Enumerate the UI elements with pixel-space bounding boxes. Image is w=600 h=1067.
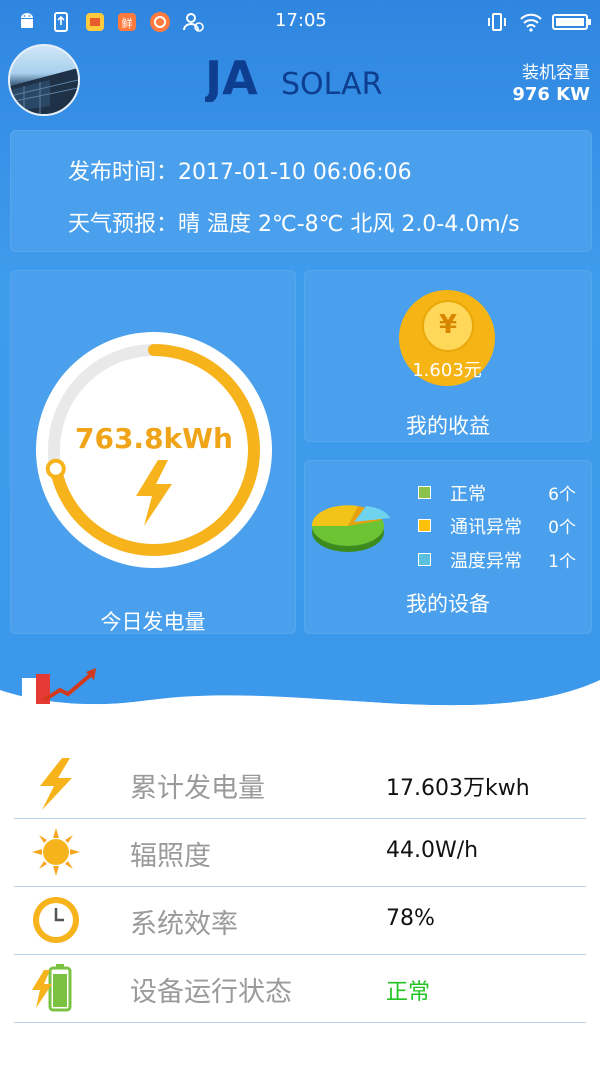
growth-chart-icon — [22, 668, 96, 704]
coin-icon: ¥ 1.603元 — [399, 290, 495, 386]
stat-value: 17.603万kwh — [386, 776, 530, 801]
svg-text:鲜: 鲜 — [122, 16, 133, 30]
capacity-value: 976 KW — [512, 84, 590, 105]
capacity-label: 装机容量 — [522, 63, 590, 83]
stat-row-efficiency[interactable]: 系统效率 78% — [14, 886, 586, 955]
wifi-icon — [520, 13, 542, 32]
my-income-card[interactable]: ¥ 1.603元 我的收益 — [304, 270, 592, 442]
stat-row-device-status[interactable]: 设备运行状态 正常 — [14, 954, 586, 1023]
sun-icon — [32, 828, 80, 876]
generation-progress-knob — [45, 458, 66, 479]
android-icon — [21, 13, 33, 28]
devices-label: 我的设备 — [406, 592, 490, 616]
battery-status-icon — [552, 14, 591, 30]
income-label: 我的收益 — [406, 414, 490, 438]
legend-dot-normal — [418, 486, 431, 499]
today-generation-card[interactable]: 763.8kWh 今日发电量 — [10, 270, 296, 634]
vibrate-icon — [488, 13, 506, 31]
legend-dot-comm-error — [418, 519, 431, 532]
income-amount: 1.603元 — [412, 360, 482, 381]
stat-row-total-generation[interactable]: 累计发电量 17.603万kwh — [14, 750, 586, 819]
legend-count: 6个 — [548, 485, 576, 505]
coin-face: ¥ — [422, 300, 474, 352]
legend-row-temp-error: 温度异常 1个 — [414, 545, 584, 575]
yuan-symbol: ¥ — [438, 310, 458, 340]
generation-value: 763.8kWh — [74, 422, 233, 455]
sync-notification-icon — [150, 12, 170, 32]
ja-solar-logo: JA SOLAR — [205, 51, 382, 102]
stat-value: 78% — [386, 906, 435, 931]
usb-icon — [54, 12, 68, 32]
app-notification-icon — [86, 13, 104, 31]
publish-time: 发布时间：2017-01-10 06:06:06 — [68, 160, 412, 185]
app-header: JA SOLAR 装机容量 976 KW — [0, 44, 600, 116]
legend-row-normal: 正常 6个 — [414, 478, 584, 508]
generation-label: 今日发电量 — [100, 610, 206, 634]
stat-label: 辐照度 — [130, 841, 211, 872]
stat-label: 设备运行状态 — [130, 977, 292, 1008]
lightning-icon — [40, 758, 72, 810]
legend-name: 正常 — [450, 484, 486, 505]
legend-name: 温度异常 — [450, 551, 522, 572]
battery-icon — [32, 964, 72, 1012]
device-pie-chart-icon — [311, 505, 390, 552]
stat-value: 正常 — [386, 980, 431, 1005]
stat-label: 系统效率 — [130, 909, 238, 940]
plant-avatar[interactable] — [8, 44, 80, 116]
legend-count: 0个 — [548, 518, 576, 538]
legend-count: 1个 — [548, 552, 576, 572]
weather-info-card: 发布时间：2017-01-10 06:06:06 天气预报：晴 温度 2℃-8℃… — [10, 130, 592, 252]
svg-text:JA: JA — [205, 51, 258, 102]
legend-dot-temp-error — [418, 553, 431, 566]
status-bar: 鲜 17:05 — [0, 0, 600, 44]
status-time: 17:05 — [275, 10, 327, 31]
shop-notification-icon: 鲜 — [118, 13, 136, 31]
weather-forecast: 天气预报：晴 温度 2℃-8℃ 北风 2.0-4.0m/s — [68, 212, 520, 237]
stat-row-irradiance[interactable]: 辐照度 44.0W/h — [14, 818, 586, 887]
my-devices-card[interactable]: 正常 6个 通讯异常 0个 温度异常 1个 我的设备 — [304, 460, 592, 634]
svg-text:SOLAR: SOLAR — [281, 67, 382, 102]
account-icon — [183, 13, 204, 32]
lightning-icon — [136, 460, 172, 526]
legend-row-comm-error: 通讯异常 0个 — [414, 511, 584, 541]
legend-name: 通讯异常 — [450, 517, 522, 538]
solar-panel-image — [10, 68, 78, 114]
clock-icon — [33, 897, 79, 943]
stat-value: 44.0W/h — [386, 838, 479, 863]
generation-gauge: 763.8kWh — [34, 330, 274, 570]
stat-label: 累计发电量 — [130, 773, 265, 804]
